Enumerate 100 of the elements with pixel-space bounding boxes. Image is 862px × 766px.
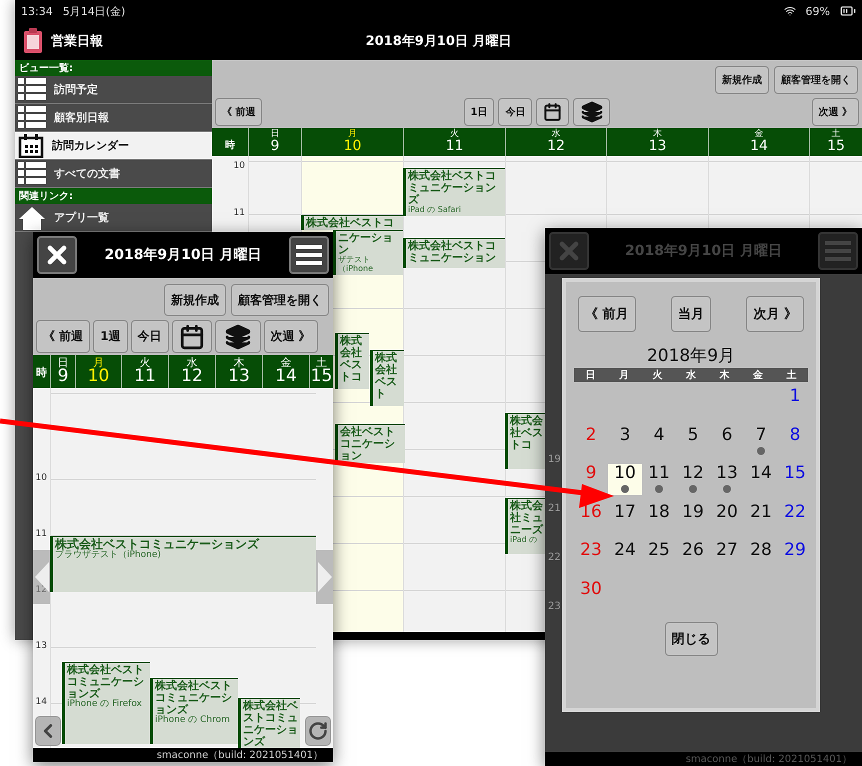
- previous-week-button[interactable]: 《 前週: [215, 98, 262, 126]
- calendar-day[interactable]: 6: [710, 426, 744, 444]
- event-block[interactable]: 株式会社ベストコミュニケーションズ: [238, 698, 300, 748]
- calendar-day[interactable]: 27: [710, 541, 744, 560]
- calendar-day[interactable]: 19: [676, 502, 710, 522]
- back-button[interactable]: [35, 716, 61, 746]
- calendar-day[interactable]: 26: [676, 541, 710, 560]
- week-view-button[interactable]: 1週: [93, 320, 128, 353]
- list-icon: [18, 78, 46, 102]
- calendar-icon: [178, 324, 205, 350]
- sidebar-item[interactable]: すべての文書: [15, 160, 212, 188]
- layers-button[interactable]: [214, 320, 261, 353]
- sidebar-item[interactable]: 訪問カレンダー: [15, 132, 212, 160]
- list-icon: [18, 162, 46, 186]
- calendar-day[interactable]: 22: [778, 502, 812, 522]
- hour-label: 11: [36, 530, 47, 539]
- calendar-day[interactable]: 18: [642, 502, 676, 522]
- close-button[interactable]: 閉じる: [664, 622, 718, 656]
- event-block[interactable]: 株式会社ベストコ: [505, 413, 545, 469]
- previous-week-button[interactable]: 《 前週: [36, 320, 90, 353]
- calendar-day[interactable]: 15: [778, 464, 812, 483]
- calendar-day[interactable]: 3: [608, 426, 642, 444]
- current-month-button[interactable]: 当月: [671, 296, 711, 332]
- event-block[interactable]: 株式会社ベストコミュニケーションズ iPhone の Firefox: [62, 662, 150, 744]
- refresh-button[interactable]: [305, 716, 331, 746]
- next-week-button[interactable]: 次週 》: [264, 320, 318, 353]
- hour-label: 23: [548, 601, 561, 612]
- notepad-icon: [23, 28, 43, 54]
- sidebar-item[interactable]: アプリ一覧: [15, 204, 212, 232]
- event-dot: [723, 485, 731, 493]
- hour-label: 21: [548, 503, 561, 514]
- menu-button[interactable]: [289, 236, 329, 274]
- event-dot: [757, 446, 765, 454]
- list-icon: [18, 106, 46, 130]
- today-button[interactable]: 今日: [498, 98, 532, 126]
- hour-label: 19: [548, 454, 561, 465]
- calendar-day[interactable]: 17: [608, 502, 642, 522]
- menu-icon: [825, 240, 851, 262]
- sidebar-item[interactable]: 顧客別日報: [15, 104, 212, 132]
- event-block[interactable]: ニケーション ザテスト（iPhone: [333, 230, 403, 275]
- calendar-day[interactable]: 7: [744, 426, 778, 456]
- calendar-day[interactable]: 5: [676, 426, 710, 444]
- calendar-day[interactable]: 4: [642, 426, 676, 444]
- calendar-day[interactable]: 1: [778, 387, 812, 406]
- battery-percent: 69%: [806, 4, 830, 18]
- event-block[interactable]: 株式会社ベストコミュニケーション: [403, 238, 505, 268]
- build-info: smaconne（build: 2021051401）: [686, 753, 852, 766]
- calendar-day[interactable]: 12: [676, 464, 710, 495]
- previous-month-button[interactable]: 《 前月: [578, 296, 636, 332]
- close-button[interactable]: [37, 236, 77, 274]
- time-column-header: 時: [35, 365, 48, 381]
- calendar-day[interactable]: 29: [778, 541, 812, 560]
- calendar-day[interactable]: 10: [608, 464, 642, 495]
- event-block[interactable]: 会社ベストコニケーション: [335, 424, 405, 464]
- hour-label: 22: [548, 552, 561, 563]
- event-block[interactable]: 株式会社ベスト: [370, 350, 404, 406]
- event-block[interactable]: 株式会社ベストコ: [335, 333, 369, 389]
- calendar-day[interactable]: 25: [642, 541, 676, 560]
- day-view-button[interactable]: 1日: [464, 98, 494, 126]
- event-block[interactable]: 株式会社ミュニーズ iPad の: [505, 498, 545, 554]
- calendar-icon: [18, 134, 44, 158]
- hour-label: 13: [36, 642, 47, 651]
- calendar-day[interactable]: 24: [608, 541, 642, 560]
- action-button[interactable]: 新規作成: [715, 66, 769, 94]
- weekday-header: 日 月 火 水 木 金 土: [574, 368, 808, 382]
- app-title: 営業日報: [51, 33, 103, 50]
- action-button[interactable]: 新規作成: [164, 284, 226, 316]
- sidebar-item-label: 訪問予定: [54, 82, 98, 97]
- hour-label: 10: [234, 162, 245, 171]
- calendar-day[interactable]: 20: [710, 502, 744, 522]
- home-icon: [18, 206, 46, 230]
- build-info: smaconne（build: 2021051401）: [156, 749, 323, 762]
- calendar-button[interactable]: [536, 98, 570, 126]
- calendar-day[interactable]: 14: [744, 464, 778, 483]
- layers-button[interactable]: [573, 98, 610, 126]
- action-button[interactable]: 顧客管理を開く: [231, 284, 329, 316]
- calendar-day[interactable]: 28: [744, 541, 778, 560]
- event-dot: [689, 485, 697, 493]
- refresh-icon: [308, 721, 328, 741]
- event-block[interactable]: 株式会社ベストコミュニケーションズ iPad の Safari: [403, 168, 505, 216]
- calendar-day[interactable]: 11: [642, 464, 676, 495]
- next-month-button[interactable]: 次月 》: [746, 296, 804, 332]
- calendar-day[interactable]: 8: [778, 426, 812, 444]
- sidebar-item[interactable]: 訪問予定: [15, 76, 212, 104]
- calendar-day[interactable]: 13: [710, 464, 744, 495]
- sidebar-section-header: ビュー一覧:: [15, 60, 212, 76]
- today-button[interactable]: 今日: [130, 320, 169, 353]
- event-dot: [621, 485, 629, 493]
- action-button[interactable]: 顧客管理を開く: [774, 66, 858, 94]
- next-week-button[interactable]: 次週 》: [812, 98, 859, 126]
- hour-label: 10: [36, 474, 47, 483]
- menu-icon: [296, 244, 322, 266]
- event-block[interactable]: 株式会社ベストコミュニケーションズ ブラウザテスト（iPhone): [50, 536, 316, 592]
- calendar-button[interactable]: [172, 320, 212, 353]
- phone-title: 2018年9月10日 月曜日: [624, 242, 782, 260]
- event-block[interactable]: 株式会社ベストコミュニケーションズ iPhone の Chrom: [150, 678, 238, 744]
- event-block[interactable]: 株式会社ベストコ: [301, 215, 403, 230]
- event-dot: [655, 485, 663, 493]
- phone-title: 2018年9月10日 月曜日: [104, 246, 262, 264]
- calendar-day[interactable]: 21: [744, 502, 778, 522]
